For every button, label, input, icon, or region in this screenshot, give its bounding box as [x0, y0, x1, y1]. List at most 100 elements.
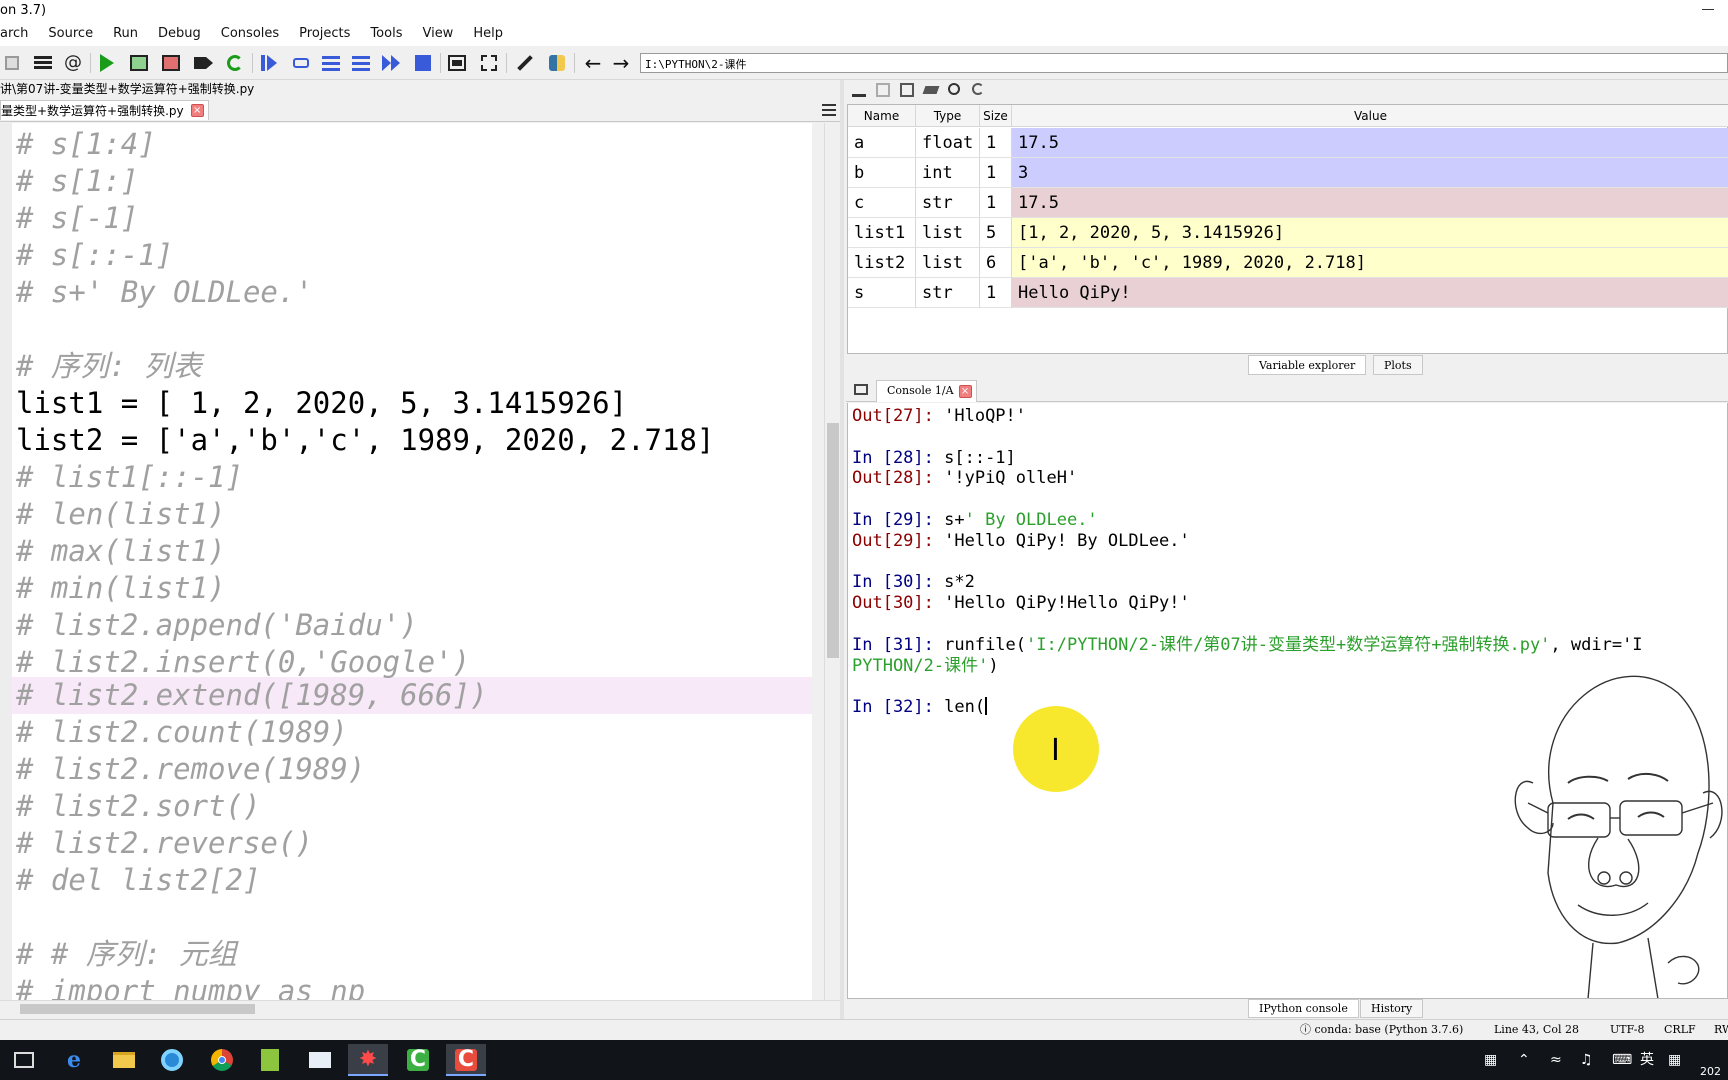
task-view-icon[interactable] — [4, 1044, 44, 1076]
code-editor[interactable]: # s[1:4] # s[1:] # s[-1] # s[::-1] # s+'… — [0, 123, 812, 1003]
maximize-pane-icon[interactable] — [446, 52, 468, 74]
spyder-taskbar-icon[interactable]: ✸ — [348, 1044, 388, 1076]
close-tab-icon[interactable]: × — [190, 104, 204, 117]
console-string: 'I:/PYTHON/2-课件/第07讲-变量类型+数学运算符+强制转换.py' — [1026, 634, 1551, 655]
code-line: # min(list1) — [16, 571, 226, 605]
variable-type-cell: str — [916, 188, 980, 218]
variable-row[interactable]: a float 1 17.5 — [848, 128, 1728, 158]
rerun-icon[interactable] — [224, 52, 246, 74]
run-cell-advance-icon[interactable] — [160, 52, 182, 74]
input-icon[interactable]: ▦ — [1668, 1050, 1681, 1070]
column-header-value[interactable]: Value — [1012, 105, 1728, 127]
step-into-icon[interactable] — [320, 52, 342, 74]
back-arrow-icon[interactable]: ← — [582, 52, 604, 74]
console-tab[interactable]: Console 1/A × — [876, 380, 977, 402]
ime-indicator[interactable]: 英 — [1640, 1050, 1654, 1070]
variable-row[interactable]: s str 1 Hello QiPy! — [848, 278, 1728, 308]
text-cursor-icon: I — [1051, 733, 1060, 768]
step-icon[interactable] — [290, 52, 312, 74]
code-line: # list2.sort() — [16, 789, 261, 823]
column-header-size[interactable]: Size — [980, 105, 1012, 127]
browser-icon[interactable] — [152, 1044, 192, 1076]
output-prompt: Out[27]: — [852, 406, 934, 426]
menu-run[interactable]: Run — [103, 22, 148, 46]
variable-name-cell: list2 — [848, 248, 916, 278]
edge-browser-icon[interactable]: e — [54, 1044, 94, 1076]
scrollbar-thumb[interactable] — [827, 423, 839, 658]
editor-horizontal-scrollbar[interactable] — [0, 1000, 840, 1016]
working-directory-input[interactable]: I:\PYTHON\2-课件 — [640, 53, 1728, 73]
at-icon[interactable]: @ — [62, 52, 84, 74]
tab-ipython-console[interactable]: IPython console — [1248, 999, 1359, 1018]
tab-history[interactable]: History — [1360, 999, 1424, 1018]
editor-vertical-scrollbar[interactable] — [824, 123, 840, 1003]
notepad-icon[interactable] — [250, 1044, 290, 1076]
menu-source[interactable]: Source — [38, 22, 103, 46]
variable-name-cell: c — [848, 188, 916, 218]
menu-help[interactable]: Help — [463, 22, 513, 46]
new-console-icon[interactable] — [854, 384, 868, 395]
save-data-icon[interactable] — [876, 83, 890, 97]
import-data-icon[interactable] — [852, 83, 866, 97]
hamburger-menu-icon[interactable] — [822, 104, 836, 116]
variable-row[interactable]: c str 1 17.5 — [848, 188, 1728, 218]
wifi-icon[interactable]: ≈ — [1550, 1050, 1562, 1070]
column-header-type[interactable]: Type — [916, 105, 980, 127]
outline-icon[interactable] — [32, 52, 54, 74]
menu-debug[interactable]: Debug — [148, 22, 211, 46]
close-console-icon[interactable]: × — [958, 385, 972, 398]
tab-variable-explorer[interactable]: Variable explorer — [1248, 355, 1367, 375]
editor-file-path: 讲\第07讲-变量类型+数学运算符+强制转换.py — [0, 80, 840, 98]
search-icon[interactable] — [948, 83, 960, 95]
minimize-icon[interactable] — [1700, 0, 1716, 18]
input-prompt: In [31]: — [852, 634, 934, 655]
console-header: Console 1/A × — [846, 378, 1728, 402]
stop-debug-icon[interactable] — [412, 52, 434, 74]
file-explorer-icon[interactable] — [104, 1044, 144, 1076]
scrollbar-thumb[interactable] — [20, 1004, 255, 1014]
menu-view[interactable]: View — [412, 22, 463, 46]
camtasia-green-icon[interactable]: C — [398, 1044, 438, 1076]
code-line: # max(list1) — [16, 534, 226, 568]
debug-icon[interactable] — [258, 52, 280, 74]
console-tab-label: Console 1/A — [887, 384, 954, 397]
python-path-icon[interactable] — [546, 52, 568, 74]
variable-size-cell: 1 — [980, 188, 1012, 218]
editor-tab[interactable]: 量类型+数学运算符+强制转换.py × — [0, 100, 209, 120]
variable-pane-tabs: Variable explorer Plots — [846, 354, 1728, 376]
tab-plots[interactable]: Plots — [1373, 355, 1423, 375]
variable-row[interactable]: b int 1 3 — [848, 158, 1728, 188]
run-selection-icon[interactable] — [192, 52, 214, 74]
save-as-icon[interactable] — [900, 83, 914, 97]
continue-icon[interactable] — [380, 52, 402, 74]
variable-row[interactable]: list1 list 5 [1, 2, 2020, 5, 3.1415926] — [848, 218, 1728, 248]
refresh-icon[interactable] — [972, 83, 984, 95]
volume-icon[interactable]: ♫ — [1580, 1050, 1593, 1070]
code-line: # # 序列: 元组 — [16, 937, 237, 971]
variable-row[interactable]: list2 list 6 ['a', 'b', 'c', 1989, 2020, 2.… — [848, 248, 1728, 278]
mail-icon[interactable] — [300, 1044, 340, 1076]
network-icon[interactable]: ▦ — [1484, 1050, 1497, 1070]
code-line: # s[1:] — [16, 164, 139, 198]
camtasia-red-icon[interactable]: C — [446, 1044, 486, 1076]
variable-value-cell: 3 — [1012, 158, 1728, 188]
step-return-icon[interactable] — [350, 52, 372, 74]
chrome-icon[interactable] — [202, 1044, 242, 1076]
forward-arrow-icon[interactable]: → — [610, 52, 632, 74]
pane-splitter[interactable] — [840, 80, 844, 1040]
fullscreen-icon[interactable] — [478, 52, 500, 74]
preferences-icon[interactable] — [514, 52, 536, 74]
menu-search[interactable]: arch — [0, 22, 38, 46]
save-all-icon[interactable] — [2, 52, 24, 74]
eraser-icon[interactable] — [922, 86, 940, 94]
keyboard-icon[interactable]: ⌨ — [1612, 1050, 1632, 1070]
chevron-up-icon[interactable]: ⌃ — [1518, 1050, 1530, 1070]
run-icon[interactable] — [96, 52, 118, 74]
ipython-console[interactable]: Out[27]: 'HloQP!' In [28]: s[::-1] Out[28]… — [847, 403, 1728, 999]
run-cell-icon[interactable] — [128, 52, 150, 74]
clock[interactable]: 202 — [1700, 1062, 1721, 1080]
menu-tools[interactable]: Tools — [360, 22, 412, 46]
menu-projects[interactable]: Projects — [289, 22, 360, 46]
menu-consoles[interactable]: Consoles — [211, 22, 289, 46]
column-header-name[interactable]: Name — [848, 105, 916, 127]
